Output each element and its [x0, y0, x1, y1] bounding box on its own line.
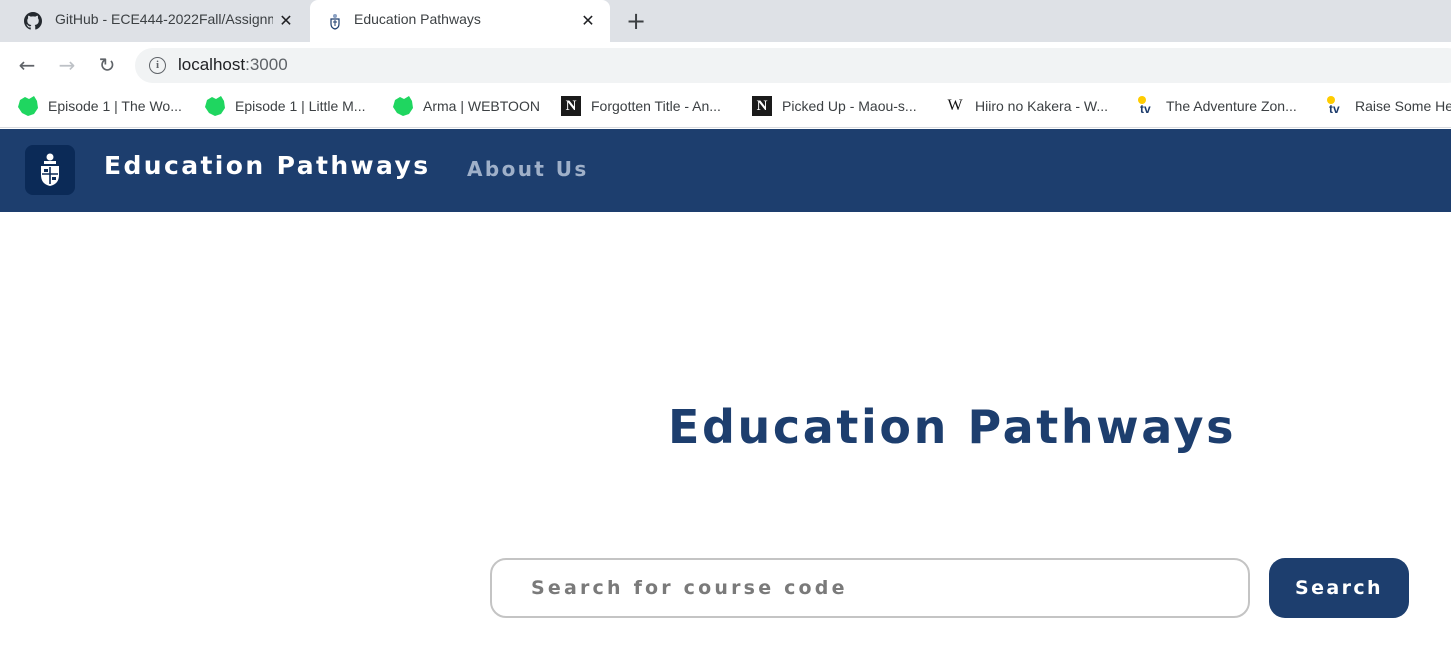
bookmark-label: The Adventure Zon...	[1166, 98, 1297, 114]
tab-github[interactable]: GitHub - ECE444-2022Fall/Assignment ✕	[8, 0, 308, 42]
close-tab-icon[interactable]: ✕	[578, 11, 598, 31]
url-port: :3000	[245, 55, 288, 74]
bookmark-item[interactable]: W Hiiro no Kakera - W...	[945, 88, 1108, 124]
url-host: localhost	[178, 55, 246, 74]
webtoon-icon	[18, 96, 38, 116]
tab-education-pathways[interactable]: Education Pathways ✕	[310, 0, 610, 42]
bookmark-label: Picked Up - Maou-s...	[782, 98, 917, 114]
bookmark-item[interactable]: Arma | WEBTOON	[393, 88, 540, 124]
browser-tab-strip: GitHub - ECE444-2022Fall/Assignment ✕ Ed…	[0, 0, 1451, 42]
bookmark-label: Arma | WEBTOON	[423, 98, 540, 114]
site-info-icon[interactable]: i	[149, 57, 166, 74]
search-button[interactable]: Search	[1269, 558, 1409, 618]
back-arrow-icon[interactable]: ←	[14, 52, 40, 78]
browser-toolbar: ← → ↻ i localhost:3000	[0, 42, 1451, 88]
close-tab-icon[interactable]: ✕	[276, 11, 296, 31]
github-icon	[24, 12, 42, 30]
bookmark-label: Hiiro no Kakera - W...	[975, 98, 1109, 114]
nav-about-us[interactable]: About Us	[467, 157, 589, 181]
reload-icon[interactable]: ↻	[94, 52, 120, 78]
tv-icon: tv	[1136, 96, 1156, 116]
bookmark-item[interactable]: Episode 1 | The Wo...	[18, 88, 182, 124]
tab-title: Education Pathways	[354, 11, 481, 27]
bookmark-item[interactable]: tv The Adventure Zon...	[1136, 88, 1297, 124]
new-tab-button[interactable]: +	[622, 8, 650, 36]
uoft-logo[interactable]	[25, 145, 75, 195]
bookmark-item[interactable]: tv Raise Some He	[1325, 88, 1451, 124]
bookmark-label: Forgotten Title - An...	[591, 98, 721, 114]
address-bar[interactable]: i localhost:3000	[135, 48, 1451, 83]
tv-icon: tv	[1325, 96, 1345, 116]
tab-title: GitHub - ECE444-2022Fall/Assignment	[55, 11, 273, 27]
wikipedia-icon: W	[947, 97, 963, 114]
uoft-crest-icon	[330, 14, 340, 30]
app-brand[interactable]: Education Pathways	[104, 151, 431, 180]
search-input[interactable]	[490, 558, 1250, 618]
forward-arrow-icon[interactable]: →	[54, 52, 80, 78]
bookmark-label: Raise Some He	[1355, 98, 1451, 114]
bookmark-item[interactable]: N Picked Up - Maou-s...	[752, 88, 917, 124]
bookmark-item[interactable]: Episode 1 | Little M...	[205, 88, 365, 124]
url-text[interactable]: localhost:3000	[178, 55, 288, 75]
uoft-crest-icon	[41, 153, 59, 186]
novelupdates-icon: N	[561, 96, 581, 116]
webtoon-icon	[205, 96, 225, 116]
novelupdates-icon: N	[752, 96, 772, 116]
page-title: Education Pathways	[668, 400, 1237, 454]
app-header: Education Pathways About Us	[0, 129, 1451, 212]
webtoon-icon	[393, 96, 413, 116]
bookmark-label: Episode 1 | The Wo...	[48, 98, 182, 114]
bookmark-label: Episode 1 | Little M...	[235, 98, 366, 114]
bookmarks-bar: Episode 1 | The Wo... Episode 1 | Little…	[0, 88, 1451, 128]
bookmark-item[interactable]: N Forgotten Title - An...	[561, 88, 721, 124]
